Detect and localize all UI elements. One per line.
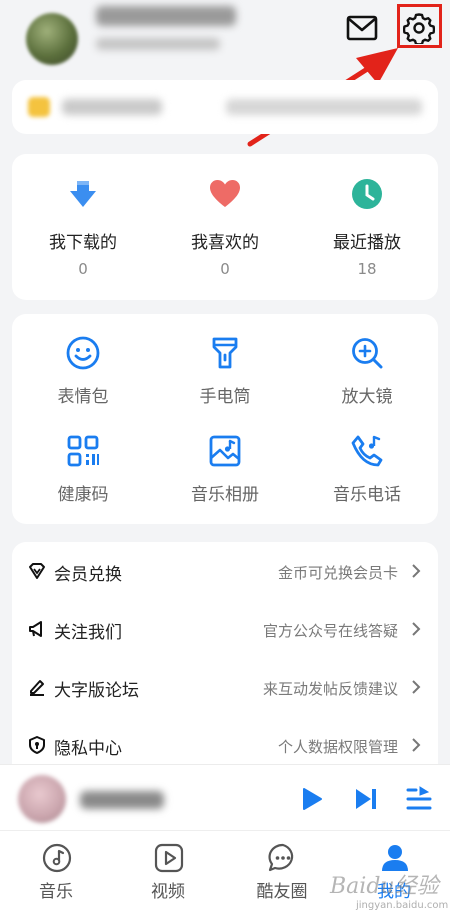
tool-label: 手电筒 (199, 387, 251, 407)
tool-label: 音乐电话 (333, 485, 401, 505)
tool-flashlight[interactable]: 手电筒 (154, 336, 296, 432)
settings-menu-list: 会员兑换 金币可兑换会员卡 关注我们 官方公众号在线答疑 大字版论坛 来互动发帖… (12, 542, 438, 782)
tool-music-phone[interactable]: 音乐电话 (296, 434, 438, 530)
profile-header (0, 0, 450, 70)
qr-code-icon (67, 435, 99, 467)
heart-icon (210, 180, 240, 207)
smiley-icon (66, 336, 100, 370)
watermark-url: jingyan.baidu.com (356, 900, 449, 911)
stat-label: 我喜欢的 (191, 233, 259, 253)
stat-downloads[interactable]: 我下载的 0 (12, 154, 154, 300)
menu-item-title: 大字版论坛 (54, 681, 139, 701)
flashlight-icon (212, 337, 238, 369)
tab-label: 音乐 (39, 882, 73, 902)
download-icon (70, 181, 96, 207)
stat-label: 最近播放 (333, 233, 401, 253)
chevron-right-icon (412, 680, 421, 694)
menu-item-follow-us[interactable]: 关注我们 官方公众号在线答疑 (12, 600, 438, 658)
tool-label: 音乐相册 (191, 485, 259, 505)
blurred-banner-text (62, 99, 162, 115)
menu-item-forum[interactable]: 大字版论坛 来互动发帖反馈建议 (12, 658, 438, 716)
menu-item-subtitle: 个人数据权限管理 (277, 738, 398, 756)
blurred-song-title (80, 791, 164, 809)
play-icon (303, 788, 322, 810)
stat-label: 我下载的 (49, 233, 117, 253)
mini-player[interactable] (0, 764, 450, 830)
mail-button[interactable] (344, 10, 380, 46)
tool-emoji[interactable]: 表情包 (12, 336, 154, 432)
stat-count: 18 (357, 260, 377, 278)
menu-item-title: 关注我们 (54, 623, 122, 643)
tool-label: 放大镜 (341, 387, 393, 407)
video-play-icon (154, 843, 184, 873)
vip-crown-icon (28, 97, 50, 117)
megaphone-icon (29, 621, 42, 637)
menu-item-vip-exchange[interactable]: 会员兑换 金币可兑换会员卡 (12, 542, 438, 600)
tool-health-code[interactable]: 健康码 (12, 434, 154, 530)
tools-card: 表情包 手电筒 放大镜 健康码 音乐相册 音乐电话 (12, 314, 438, 524)
next-track-button[interactable] (351, 784, 381, 814)
tab-label: 视频 (151, 882, 185, 902)
mail-icon (346, 15, 378, 41)
menu-item-subtitle: 官方公众号在线答疑 (262, 622, 398, 640)
user-avatar[interactable] (26, 13, 78, 65)
chevron-right-icon (412, 622, 421, 636)
chat-bubble-icon (268, 843, 294, 872)
blurred-user-subtitle (96, 38, 220, 50)
magnifier-plus-icon (352, 338, 383, 369)
tool-label: 表情包 (57, 387, 109, 407)
tool-label: 健康码 (57, 485, 109, 505)
tab-video[interactable]: 视频 (112, 831, 224, 920)
vip-banner[interactable] (12, 80, 438, 134)
tab-music[interactable]: 音乐 (0, 831, 112, 920)
music-disc-icon (42, 843, 72, 873)
next-icon (356, 789, 376, 809)
settings-highlight-box (397, 4, 442, 48)
playlist-button[interactable] (404, 784, 434, 814)
tab-community[interactable]: 酷友圈 (226, 831, 338, 920)
menu-item-subtitle: 金币可兑换会员卡 (277, 564, 398, 582)
pencil-icon (30, 680, 44, 696)
stat-count: 0 (78, 260, 88, 278)
menu-item-title: 会员兑换 (54, 565, 122, 585)
stat-count: 0 (220, 260, 230, 278)
tool-music-album[interactable]: 音乐相册 (154, 434, 296, 530)
menu-item-subtitle: 来互动发帖反馈建议 (262, 680, 398, 698)
shield-icon (29, 736, 45, 754)
chevron-right-icon (412, 738, 421, 752)
vip-diamond-icon (29, 563, 45, 579)
blurred-banner-subtext (226, 99, 422, 115)
stat-likes[interactable]: 我喜欢的 0 (154, 154, 296, 300)
music-phone-icon (351, 435, 383, 467)
album-cover[interactable] (18, 775, 66, 823)
play-button[interactable] (296, 784, 326, 814)
tool-magnifier[interactable]: 放大镜 (296, 336, 438, 432)
photo-album-icon (209, 435, 241, 467)
stat-recent[interactable]: 最近播放 18 (296, 154, 438, 300)
menu-item-title: 隐私中心 (54, 739, 122, 759)
tab-label: 酷友圈 (256, 882, 308, 902)
watermark-logo: Baidu经验 (330, 874, 439, 899)
playlist-icon (406, 786, 432, 810)
stats-card: 我下载的 0 我喜欢的 0 最近播放 18 (12, 154, 438, 300)
blurred-username (96, 6, 236, 26)
chevron-right-icon (412, 564, 421, 578)
clock-icon (352, 179, 382, 209)
